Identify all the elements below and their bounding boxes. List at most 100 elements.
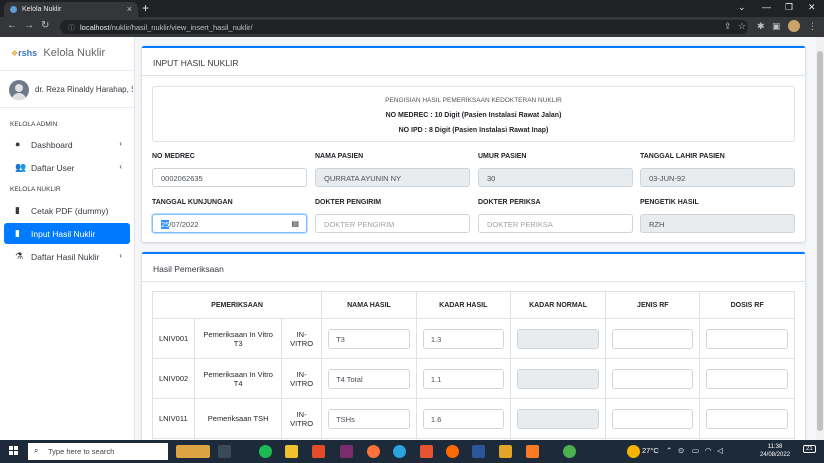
tanggal-lahir-input[interactable]: 03-JUN-92: [640, 168, 795, 187]
bookmark-star-icon[interactable]: ☆: [738, 21, 746, 32]
chrome-icon[interactable]: [563, 445, 576, 458]
wifi-icon[interactable]: ◠: [705, 446, 712, 455]
battery-icon[interactable]: ▭: [692, 446, 699, 455]
task-view-icon[interactable]: [218, 445, 231, 458]
brand-logo: ❖rshs: [11, 48, 38, 58]
spotify-icon[interactable]: [259, 445, 272, 458]
user-panel[interactable]: dr. Reza Rinaldy Harahap, Sp.KN: [0, 71, 135, 108]
column-header: KADAR NORMAL: [509, 291, 607, 319]
menu-icon[interactable]: ⋮: [808, 21, 817, 32]
network-icon[interactable]: ⊙: [678, 446, 684, 455]
flask-icon: ⚗: [15, 251, 24, 261]
telegram-icon[interactable]: [393, 445, 406, 458]
side-panel-icon[interactable]: ▣: [772, 21, 781, 32]
restore-icon[interactable]: ❐: [785, 2, 793, 13]
git-icon[interactable]: [312, 445, 325, 458]
nama-pemeriksaan-cell: Pemeriksaan In Vitro T3: [194, 318, 283, 359]
sidebar-item-label: Daftar User: [31, 163, 75, 173]
sidebar-item-dashboard[interactable]: ● Dashboard ‹: [4, 134, 130, 155]
tray-chevron-up-icon[interactable]: ⌃: [666, 446, 672, 455]
dokter-periksa-input[interactable]: DOKTER PERIKSA: [478, 214, 633, 233]
kadar-hasil-input[interactable]: 1.3: [422, 328, 504, 349]
info-line: NO MEDREC : 10 Digit (Pasien Instalasi R…: [385, 112, 562, 119]
sidebar-item-daftar-user[interactable]: 👥 Daftar User ‹: [4, 157, 130, 178]
sublime-icon[interactable]: [499, 445, 512, 458]
table-row: LNIV002 Pemeriksaan In Vitro T4 IN-VITRO…: [151, 358, 795, 399]
card-title: INPUT HASIL NUKLIR: [153, 58, 239, 68]
dosis-rf-input[interactable]: [706, 408, 788, 429]
address-bar[interactable]: ⓘ localhost/nuklir/hasil_nuklir/view_ins…: [60, 20, 748, 34]
firefox-icon[interactable]: [367, 445, 380, 458]
browser-tab[interactable]: Kelola Nuklir ×: [4, 2, 138, 17]
profile-avatar-icon[interactable]: [788, 20, 800, 32]
nama-hasil-input[interactable]: T4 Total: [328, 368, 410, 389]
column-header: JENIS RF: [605, 291, 701, 319]
label-pengetik-hasil: PENGETIK HASIL: [640, 199, 699, 206]
kadar-normal-input[interactable]: [516, 368, 600, 389]
chevron-down-icon[interactable]: ⌄: [738, 2, 746, 13]
dokter-pengirim-input[interactable]: DOKTER PENGIRIM: [315, 214, 470, 233]
nama-pasien-input[interactable]: QURRATA AYUNIN NY: [315, 168, 470, 187]
kadar-normal-input[interactable]: [516, 408, 600, 429]
notification-badge[interactable]: 21: [803, 445, 816, 453]
kode-cell: LNIV001: [151, 318, 196, 359]
xampp-icon[interactable]: [526, 445, 539, 458]
office-icon[interactable]: [420, 445, 433, 458]
tab-favicon-icon: [10, 6, 17, 13]
pengetik-hasil-input[interactable]: RZH: [640, 214, 795, 233]
weather-text[interactable]: 27°C: [642, 446, 659, 455]
weather-icon[interactable]: [627, 445, 640, 458]
scrollbar-thumb[interactable]: [817, 51, 823, 431]
close-window-icon[interactable]: ✕: [808, 2, 816, 13]
visual-studio-icon[interactable]: [340, 445, 353, 458]
taskbar-search-placeholder: Type here to search: [48, 447, 115, 456]
taskbar-search-input[interactable]: ⌕ Type here to search: [28, 443, 168, 460]
umur-pasien-input[interactable]: 30: [478, 168, 633, 187]
dosis-rf-input[interactable]: [706, 328, 788, 349]
app-icon[interactable]: [446, 445, 459, 458]
brand[interactable]: ❖rshs Kelola Nuklir: [0, 37, 135, 71]
word-icon[interactable]: [472, 445, 485, 458]
dosis-rf-input[interactable]: [706, 368, 788, 389]
kadar-hasil-input[interactable]: 1.6: [422, 408, 504, 429]
label-dokter-periksa: DOKTER PERIKSA: [478, 199, 541, 206]
windows-start-icon[interactable]: [9, 446, 19, 456]
card-title: Hasil Pemeriksaan: [153, 264, 224, 274]
hasil-table: PEMERIKSAAN NAMA HASIL KADAR HASIL KADAR…: [151, 291, 795, 439]
sidebar-item-cetak-pdf[interactable]: ▮ Cetak PDF (dummy): [4, 200, 130, 221]
kadar-hasil-input[interactable]: 1.1: [422, 368, 504, 389]
label-nama-pasien: NAMA PASIEN: [315, 153, 364, 160]
jenis-rf-input[interactable]: [612, 328, 694, 349]
info-icon[interactable]: ⓘ: [68, 23, 75, 33]
widgets-icon[interactable]: [176, 445, 210, 458]
date-rest-segment[interactable]: /07/2022: [169, 220, 198, 229]
sidebar-item-daftar-hasil-nuklir[interactable]: ⚗ Daftar Hasil Nuklir ‹: [4, 246, 130, 267]
jenis-rf-input[interactable]: [612, 408, 694, 429]
sidebar-item-input-hasil-nuklir[interactable]: ▮ Input Hasil Nuklir: [4, 223, 130, 244]
tanggal-kunjungan-input[interactable]: 25/07/2022 ▤: [152, 214, 307, 233]
calendar-icon[interactable]: ▤: [291, 219, 299, 228]
nama-hasil-input[interactable]: TSHs: [328, 408, 410, 429]
kode-cell: LNIV002: [151, 358, 196, 399]
nama-hasil-input[interactable]: T3: [328, 328, 410, 349]
file-explorer-icon[interactable]: [285, 445, 298, 458]
chevron-left-icon: ‹: [119, 162, 122, 171]
close-tab-icon[interactable]: ×: [127, 4, 132, 14]
taskbar-clock[interactable]: 11:38 24/08/2022: [760, 443, 790, 459]
chevron-left-icon: ‹: [119, 139, 122, 148]
label-tanggal-kunjungan: TANGGAL KUNJUNGAN: [152, 199, 233, 206]
page-scrollbar[interactable]: [816, 37, 824, 440]
jenis-rf-input[interactable]: [612, 368, 694, 389]
no-medrec-input[interactable]: 0002062635: [152, 168, 307, 187]
forward-icon[interactable]: →: [24, 20, 34, 31]
windows-taskbar: ⌕ Type here to search 27°C ⌃ ⊙ ▭ ◠ ◁ 11:…: [0, 440, 824, 463]
reload-icon[interactable]: ↻: [41, 20, 49, 31]
kadar-normal-input[interactable]: [516, 328, 600, 349]
new-tab-icon[interactable]: +: [142, 1, 149, 15]
share-icon[interactable]: ⇪: [724, 21, 732, 32]
volume-icon[interactable]: ◁: [717, 446, 723, 455]
minimize-icon[interactable]: —: [762, 2, 771, 12]
back-icon[interactable]: ←: [7, 20, 17, 31]
hasil-card: Hasil Pemeriksaan PEMERIKSAAN NAMA HASIL…: [142, 252, 805, 440]
extensions-icon[interactable]: ✱: [757, 21, 765, 32]
